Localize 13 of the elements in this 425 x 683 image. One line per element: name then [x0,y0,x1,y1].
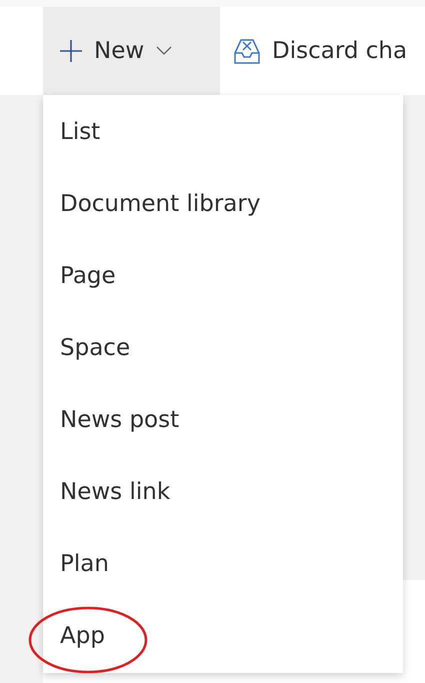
discard-changes-button[interactable]: Discard cha [220,7,422,95]
menu-item[interactable]: App [43,600,403,672]
inbox-icon [232,37,262,65]
menu-item[interactable]: Space [43,312,403,384]
new-button[interactable]: New [43,7,220,95]
menu-item[interactable]: Document library [43,168,403,240]
chevron-down-icon [156,46,172,56]
plus-icon [60,40,82,62]
menu-item[interactable]: News post [43,384,403,456]
menu-item[interactable]: List [43,96,403,168]
menu-item[interactable]: Plan [43,528,403,600]
menu-item[interactable]: Page [43,240,403,312]
menu-item[interactable]: News link [43,456,403,528]
